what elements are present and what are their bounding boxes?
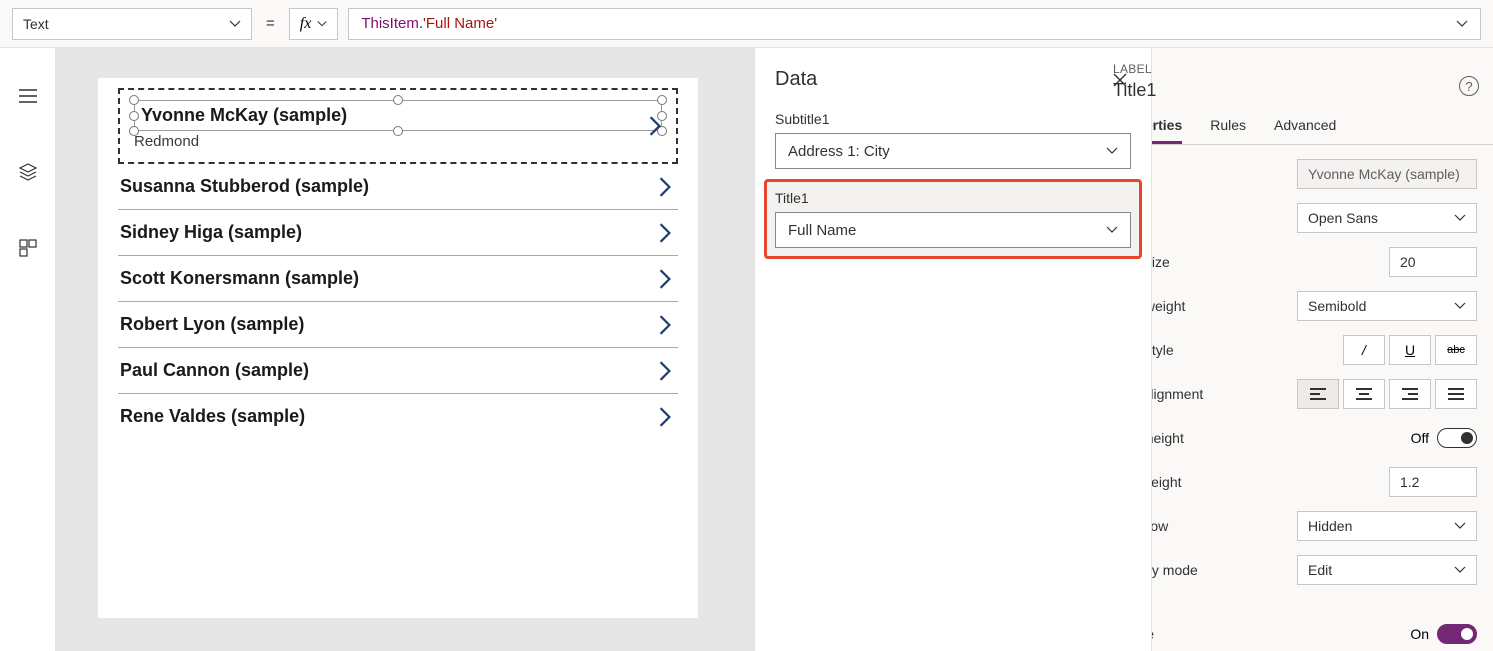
prop-lineheight-input[interactable]: 1.2 [1389,467,1477,497]
align-left-button[interactable] [1297,379,1339,409]
chevron-down-icon [1454,520,1466,532]
help-icon[interactable]: ? [1459,76,1479,96]
underline-button[interactable]: U [1389,335,1431,365]
prop-visible-value: On [1410,626,1429,642]
chevron-down-icon [1106,145,1118,157]
prop-displaymode-value: Edit [1308,562,1332,578]
chevron-right-icon[interactable] [658,268,672,290]
prop-text-value[interactable]: Yvonne McKay (sample) [1297,159,1477,189]
gallery-item-title: Susanna Stubberod (sample) [120,176,369,196]
gallery-template-selection: Yvonne McKay (sample) Redmond [118,88,678,164]
autoheight-toggle[interactable] [1437,428,1477,448]
chevron-right-icon[interactable] [658,406,672,428]
control-type-eyebrow: LABEL [1113,62,1477,76]
title-select[interactable]: Full Name [775,212,1131,248]
prop-fontweight-value: Semibold [1308,298,1366,314]
chevron-down-icon [1456,18,1468,30]
tab-advanced[interactable]: Advanced [1274,117,1336,144]
resize-handle[interactable] [129,111,139,121]
title-label-control[interactable]: Yvonne McKay (sample) [134,100,662,131]
chevron-down-icon [317,19,327,29]
chevron-right-icon[interactable] [648,115,662,137]
property-selector[interactable]: Text [12,8,252,40]
tab-rules[interactable]: Rules [1210,117,1246,144]
fx-label: fx [300,15,312,33]
strikethrough-button[interactable]: abc [1435,335,1477,365]
gallery-item-title: Paul Cannon (sample) [120,360,309,380]
resize-handle[interactable] [129,95,139,105]
prop-overflow-select[interactable]: Hidden [1297,511,1477,541]
subtitle-select[interactable]: Address 1: City [775,133,1131,169]
components-icon[interactable] [8,228,48,268]
align-justify-button[interactable] [1435,379,1477,409]
resize-handle[interactable] [393,95,403,105]
chevron-right-icon[interactable] [658,222,672,244]
equals-sign: = [262,15,279,32]
chevron-down-icon [1454,300,1466,312]
prop-font-value: Open Sans [1308,210,1378,226]
fx-dropdown[interactable]: fx [289,8,339,40]
gallery-item-title: Rene Valdes (sample) [120,406,305,426]
prop-font-select[interactable]: Open Sans [1297,203,1477,233]
title-select-value: Full Name [788,222,856,239]
italic-button[interactable]: / [1343,335,1385,365]
gallery-item-title: Robert Lyon (sample) [120,314,304,334]
align-right-button[interactable] [1389,379,1431,409]
gallery-item[interactable]: Robert Lyon (sample) [118,302,678,348]
visible-toggle[interactable] [1437,624,1477,644]
control-name-title: Title1 [1113,80,1477,101]
resize-handle[interactable] [393,126,403,136]
gallery-item[interactable]: Paul Cannon (sample) [118,348,678,394]
properties-pane: LABEL Title1 ? Properties Rules Advanced… [1096,48,1493,651]
data-pane-title: Data [775,68,817,91]
gallery-item[interactable]: Yvonne McKay (sample) Redmond [118,88,678,164]
data-pane: Data Subtitle1 Address 1: City Title1 F [754,48,1152,651]
chevron-down-icon [1454,564,1466,576]
formula-bar: Text = fx ThisItem.'Full Name' [0,0,1493,48]
chevron-down-icon [229,18,241,30]
gallery-item-title: Scott Konersmann (sample) [120,268,359,288]
chevron-right-icon[interactable] [658,176,672,198]
title-field-block: Title1 Full Name [764,179,1142,259]
subtitle-field-block: Subtitle1 Address 1: City [775,111,1131,169]
formula-text: ThisItem.'Full Name' [361,15,497,32]
hamburger-icon[interactable] [8,76,48,116]
chevron-down-icon [1106,224,1118,236]
resize-handle[interactable] [129,126,139,136]
prop-displaymode-select[interactable]: Edit [1297,555,1477,585]
prop-autoheight-value: Off [1411,430,1429,446]
prop-fontsize-input[interactable]: 20 [1389,247,1477,277]
gallery-item[interactable]: Sidney Higa (sample) [118,210,678,256]
property-selector-value: Text [23,16,49,32]
align-center-button[interactable] [1343,379,1385,409]
prop-fontweight-select[interactable]: Semibold [1297,291,1477,321]
canvas[interactable]: Yvonne McKay (sample) Redmond [98,78,698,618]
subtitle-select-value: Address 1: City [788,143,890,160]
canvas-area: Yvonne McKay (sample) Redmond [56,48,1096,651]
chevron-right-icon[interactable] [658,314,672,336]
layers-icon[interactable] [8,152,48,192]
gallery-item[interactable]: Scott Konersmann (sample) [118,256,678,302]
formula-input[interactable]: ThisItem.'Full Name' [348,8,1481,40]
resize-handle[interactable] [657,95,667,105]
gallery-item[interactable]: Rene Valdes (sample) [118,394,678,439]
chevron-down-icon [1454,212,1466,224]
gallery: Yvonne McKay (sample) Redmond [98,78,698,439]
properties-tabs: Properties Rules Advanced [1097,117,1493,145]
chevron-right-icon[interactable] [658,360,672,382]
title-field-label: Title1 [775,190,1131,206]
left-rail [0,48,56,651]
prop-overflow-value: Hidden [1308,518,1352,534]
gallery-item-title: Sidney Higa (sample) [120,222,302,242]
subtitle-field-label: Subtitle1 [775,111,1131,127]
gallery-item-title: Yvonne McKay (sample) [141,105,347,125]
gallery-item[interactable]: Susanna Stubberod (sample) [118,164,678,210]
